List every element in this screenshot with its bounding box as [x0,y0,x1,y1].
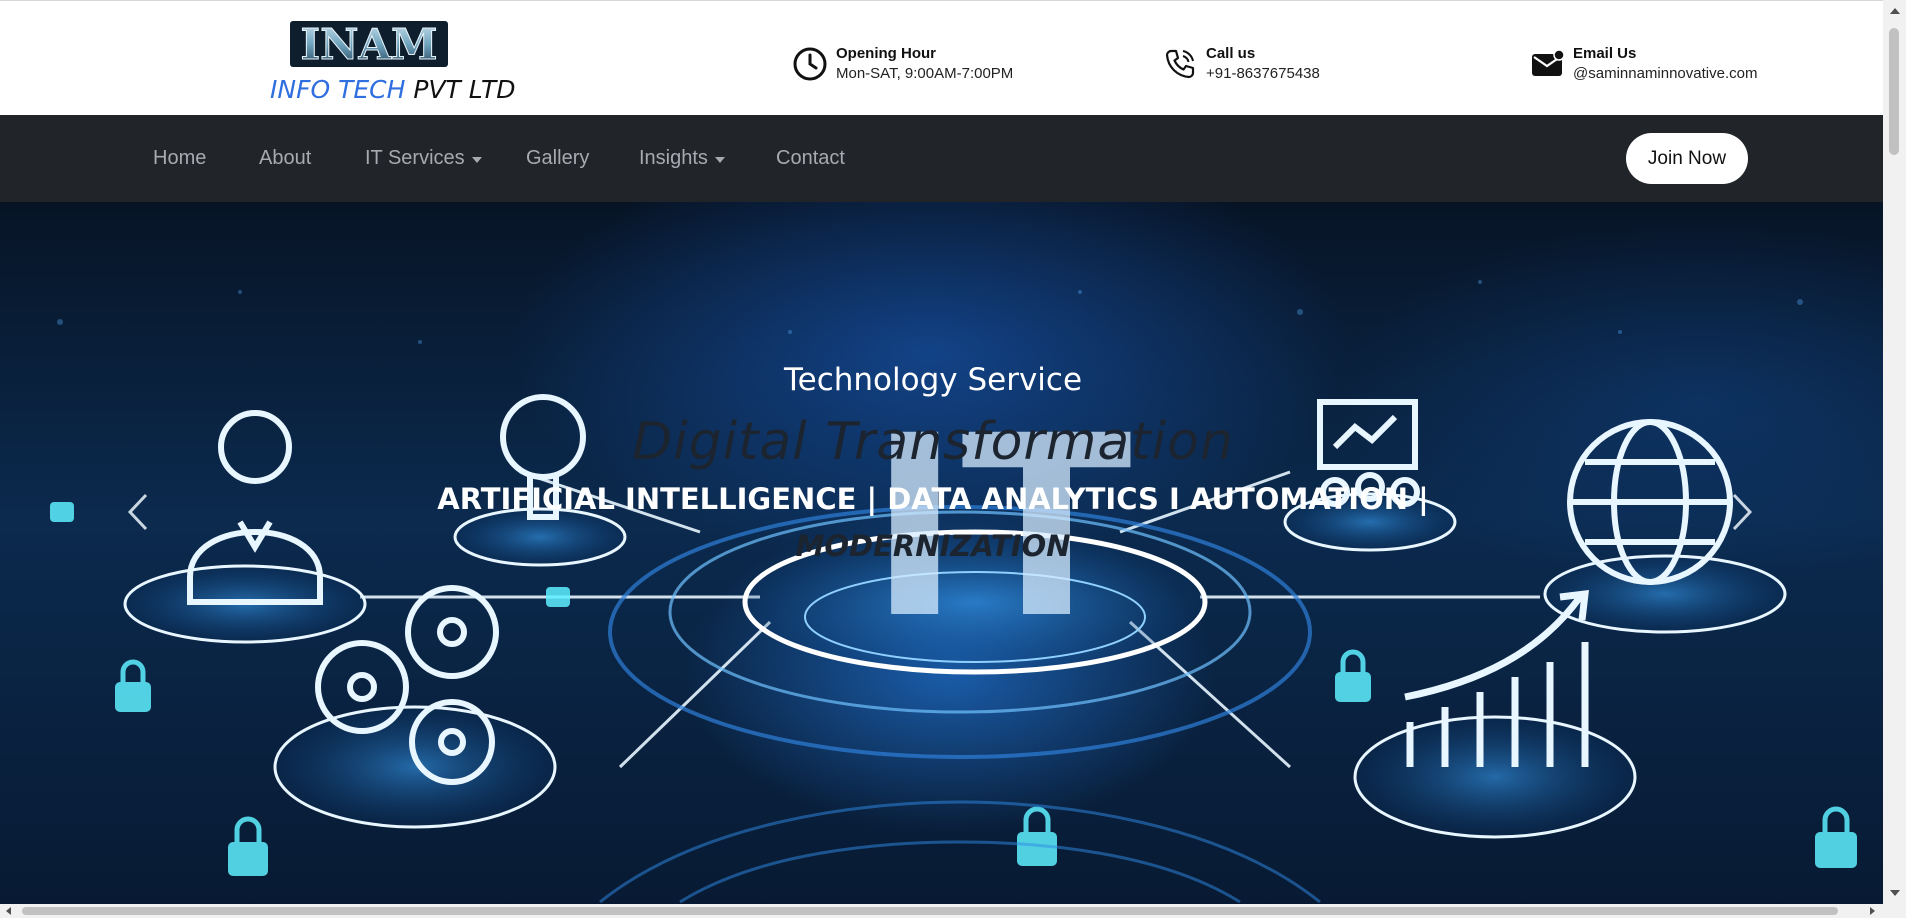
nav-insights-label: Insights [639,147,708,169]
nav-gallery[interactable]: Gallery [526,147,589,170]
carousel-prev-button[interactable] [120,487,156,537]
opening-hours: Opening Hour Mon-SAT, 9:00AM-7:00PM [790,42,1013,86]
company-name-part2: PVT LTD [413,75,516,104]
nav-home[interactable]: Home [153,147,206,170]
hero-caption: Technology Service Digital Transformatio… [0,202,1883,904]
nav-contact-label: Contact [776,147,845,169]
chevron-down-icon [471,156,482,163]
email-us[interactable]: Email Us @saminnaminnovative.com [1527,42,1757,86]
company-logo[interactable]: INAM INFO TECH PVT LTD [268,19,516,109]
horizontal-scroll-thumb[interactable] [22,907,1838,915]
join-now-button[interactable]: Join Now [1626,133,1748,184]
chevron-left-icon [127,493,148,531]
hero-subtitle: Technology Service [783,362,1083,398]
phone-number[interactable]: +91-8637675438 [1206,64,1320,84]
hero-tagline-line1: ARTIFICIAL INTELLIGENCE | DATA ANALYTICS… [437,482,1429,516]
nav-about[interactable]: About [259,147,311,170]
hero-tagline-line2: MODERNIZATION [795,529,1071,563]
hero-title: Digital Transformation [632,412,1234,472]
phone-icon [1160,44,1200,84]
nav-it-services[interactable]: IT Services [365,147,482,170]
horizontal-scrollbar[interactable] [0,904,1906,918]
nav-gallery-label: Gallery [526,147,590,169]
scroll-right-icon[interactable] [1870,907,1875,915]
scroll-up-icon[interactable] [1890,8,1900,14]
vertical-scroll-thumb[interactable] [1889,28,1899,155]
opening-hours-value: Mon-SAT, 9:00AM-7:00PM [836,65,1014,82]
email-us-label: Email Us [1573,45,1637,62]
svg-text:INAM: INAM [300,20,437,69]
mail-icon [1527,44,1567,84]
nav-about-label: About [259,147,312,169]
nav-insights[interactable]: Insights [639,147,725,170]
main-navbar: Home About IT Services Gallery Insights … [0,115,1883,202]
company-name-part1: INFO TECH [270,75,406,104]
top-header: INAM INFO TECH PVT LTD Opening Hour Mon-… [0,0,1883,116]
scroll-left-icon[interactable] [6,907,11,915]
opening-hours-label: Opening Hour [836,45,936,62]
company-name: INFO TECH PVT LTD [270,75,516,104]
carousel-next-button[interactable] [1724,487,1760,537]
vertical-scrollbar[interactable] [1883,0,1906,904]
email-address[interactable]: @saminnaminnovative.com [1573,64,1757,84]
call-us[interactable]: Call us +91-8637675438 [1160,42,1320,86]
nav-it-services-label: IT Services [365,147,465,169]
logo-mark: INAM [290,20,448,69]
chevron-right-icon [1732,493,1753,531]
hero-carousel: IT Technology Service Digital Transforma… [0,202,1883,904]
nav-home-label: Home [153,147,207,169]
clock-icon [790,44,830,84]
call-us-label: Call us [1206,45,1256,62]
scroll-down-icon[interactable] [1890,890,1900,896]
chevron-down-icon [714,156,725,163]
nav-contact[interactable]: Contact [776,147,845,170]
